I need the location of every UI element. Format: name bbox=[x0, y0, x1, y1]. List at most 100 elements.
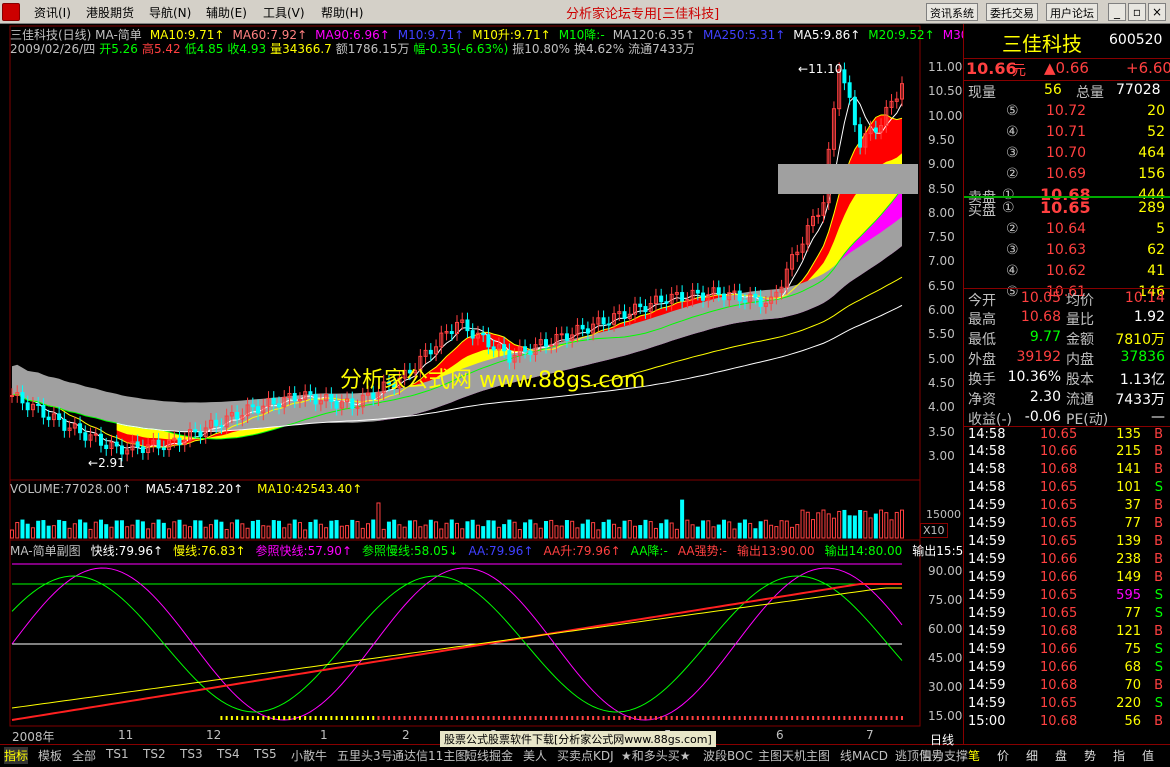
quote-tab[interactable]: 势 bbox=[1084, 747, 1096, 764]
bottom-tab[interactable]: TS3 bbox=[180, 747, 203, 761]
bid-label: 买盘 bbox=[968, 203, 996, 219]
signal-mark bbox=[791, 716, 794, 720]
signal-mark bbox=[749, 716, 752, 720]
minimize-icon[interactable]: _ bbox=[1108, 3, 1126, 21]
bottom-tab[interactable]: 全部 bbox=[72, 747, 96, 764]
tick-row[interactable]: 14:59 10.65 37 B bbox=[964, 498, 1170, 516]
candle-body bbox=[177, 437, 182, 446]
bottom-tab[interactable]: 通达信11主图 bbox=[392, 747, 467, 764]
tick-row[interactable]: 14:59 10.66 68 S bbox=[964, 660, 1170, 678]
indicator-lines bbox=[11, 563, 903, 721]
tick-row[interactable]: 14:59 10.66 149 B bbox=[964, 570, 1170, 588]
bottom-tab[interactable]: 主图天机主图 bbox=[758, 747, 830, 764]
volume-bar bbox=[800, 509, 805, 539]
signal-mark bbox=[225, 716, 228, 720]
ohlc-legend: 2009/02/26/四 开5.26 高5.42 低4.85 收4.93 量34366.7… bbox=[10, 40, 699, 57]
vol-item-2: MA10:42543.40↑ bbox=[257, 482, 363, 496]
ask-volume: 20 bbox=[1147, 103, 1165, 119]
quote-tab[interactable]: 指 bbox=[1113, 747, 1125, 764]
bottom-tab[interactable]: TS4 bbox=[217, 747, 240, 761]
bottom-tab[interactable]: 短线掘金 bbox=[465, 747, 513, 764]
tick-row[interactable]: 14:59 10.66 238 B bbox=[964, 552, 1170, 570]
bottom-tab[interactable]: 线MACD bbox=[840, 747, 888, 764]
bottom-tab[interactable]: TS1 bbox=[106, 747, 129, 761]
bid-level-0: 买盘 ① 10.65 289 bbox=[964, 198, 1170, 219]
signal-mark bbox=[393, 716, 396, 720]
menu-hk-futures[interactable]: 港股期货 bbox=[86, 4, 134, 21]
quote-tab[interactable]: 盘 bbox=[1055, 747, 1067, 764]
signal-mark bbox=[754, 716, 757, 720]
volume-bar bbox=[491, 520, 496, 539]
candle-body bbox=[664, 301, 669, 304]
price-change: ▲0.66 bbox=[1044, 59, 1089, 77]
quote-tab[interactable]: 细 bbox=[1026, 747, 1038, 764]
bottom-tab[interactable]: 波段BOC bbox=[703, 747, 753, 764]
volume-bar bbox=[475, 524, 480, 539]
ma-item-9: MA5:9.86↑ bbox=[793, 28, 861, 42]
restore-icon[interactable]: ▫ bbox=[1128, 3, 1146, 21]
tick-row[interactable]: 14:58 10.66 215 B bbox=[964, 444, 1170, 462]
ask-price: 10.71 bbox=[1046, 124, 1087, 140]
tick-price: 10.68 bbox=[1040, 678, 1078, 693]
period-label[interactable]: 日线 bbox=[930, 731, 954, 748]
signal-mark bbox=[335, 716, 338, 720]
tick-row[interactable]: 14:59 10.65 595 S bbox=[964, 588, 1170, 606]
tick-row[interactable]: 15:00 10.68 56 B bbox=[964, 714, 1170, 732]
quote-tab[interactable]: 价 bbox=[997, 747, 1009, 764]
bottom-tab[interactable]: 阻力支撑 bbox=[920, 747, 968, 764]
bottom-tab[interactable]: 指标 bbox=[4, 747, 29, 764]
bottom-tab[interactable]: 小散牛 bbox=[291, 747, 327, 764]
signal-mark bbox=[576, 716, 579, 720]
candle-body bbox=[78, 423, 83, 434]
quote-tab[interactable]: 笔 bbox=[968, 747, 980, 764]
forum-button[interactable]: 用户论坛 bbox=[1046, 3, 1098, 21]
tick-row[interactable]: 14:59 10.65 220 S bbox=[964, 696, 1170, 714]
bottom-tab[interactable]: 模板 bbox=[38, 747, 62, 764]
volume-bar bbox=[30, 527, 35, 539]
menu-tools[interactable]: 工具(V) bbox=[263, 4, 305, 21]
tick-row[interactable]: 14:59 10.65 139 B bbox=[964, 534, 1170, 552]
trade-button[interactable]: 委托交易 bbox=[986, 3, 1038, 21]
quote-tab[interactable]: 值 bbox=[1142, 747, 1154, 764]
ind-item-7: AA降:- bbox=[630, 544, 668, 558]
bottom-tab[interactable]: TS5 bbox=[254, 747, 277, 761]
volume-bar bbox=[397, 524, 402, 539]
signal-mark bbox=[874, 716, 877, 720]
volume-bar bbox=[538, 527, 543, 539]
menu-info[interactable]: 资讯(I) bbox=[34, 4, 71, 21]
tick-row[interactable]: 14:59 10.66 75 S bbox=[964, 642, 1170, 660]
menu-assist[interactable]: 辅助(E) bbox=[206, 4, 247, 21]
tick-row[interactable]: 14:59 10.68 70 B bbox=[964, 678, 1170, 696]
bottom-tab[interactable]: 美人 bbox=[523, 747, 547, 764]
volume-bar bbox=[633, 525, 637, 539]
tick-time: 14:58 bbox=[968, 462, 1006, 477]
volume-bar bbox=[847, 515, 852, 539]
date-tick: 11 bbox=[118, 728, 134, 742]
bid-volume: 289 bbox=[1138, 200, 1165, 216]
candle-body bbox=[758, 296, 763, 307]
bottom-tab[interactable]: ★和多头买★ bbox=[621, 747, 691, 764]
candle-body bbox=[481, 332, 486, 336]
menu-navigate[interactable]: 导航(N) bbox=[149, 4, 191, 21]
bottom-tab[interactable]: TS2 bbox=[143, 747, 166, 761]
volume-bar bbox=[423, 524, 428, 539]
tick-row[interactable]: 14:59 10.65 77 S bbox=[964, 606, 1170, 624]
candle-body bbox=[737, 290, 742, 302]
signal-mark bbox=[330, 716, 333, 720]
chart-area[interactable]: 三佳科技(日线) MA-简单 MA10:9.71↑ MA60:7.92↑ MA90:6… bbox=[0, 24, 990, 744]
volume-bar bbox=[10, 529, 14, 539]
candle-body bbox=[742, 300, 747, 303]
tick-row[interactable]: 14:58 10.65 135 B bbox=[964, 426, 1170, 444]
bottom-tab[interactable]: 买卖点KDJ bbox=[557, 747, 614, 764]
volume-bar bbox=[402, 526, 407, 539]
close-icon[interactable]: × bbox=[1148, 3, 1166, 21]
total-vol: 77028 bbox=[1116, 82, 1161, 98]
tick-row[interactable]: 14:58 10.68 141 B bbox=[964, 462, 1170, 480]
tick-row[interactable]: 14:59 10.68 121 B bbox=[964, 624, 1170, 642]
tick-row[interactable]: 14:59 10.65 77 B bbox=[964, 516, 1170, 534]
candle-body bbox=[559, 333, 564, 336]
menu-help[interactable]: 帮助(H) bbox=[321, 4, 363, 21]
tick-row[interactable]: 14:58 10.65 101 S bbox=[964, 480, 1170, 498]
bottom-tab[interactable]: 五里头3号 bbox=[337, 747, 393, 764]
info-system-button[interactable]: 资讯系统 bbox=[926, 3, 978, 21]
